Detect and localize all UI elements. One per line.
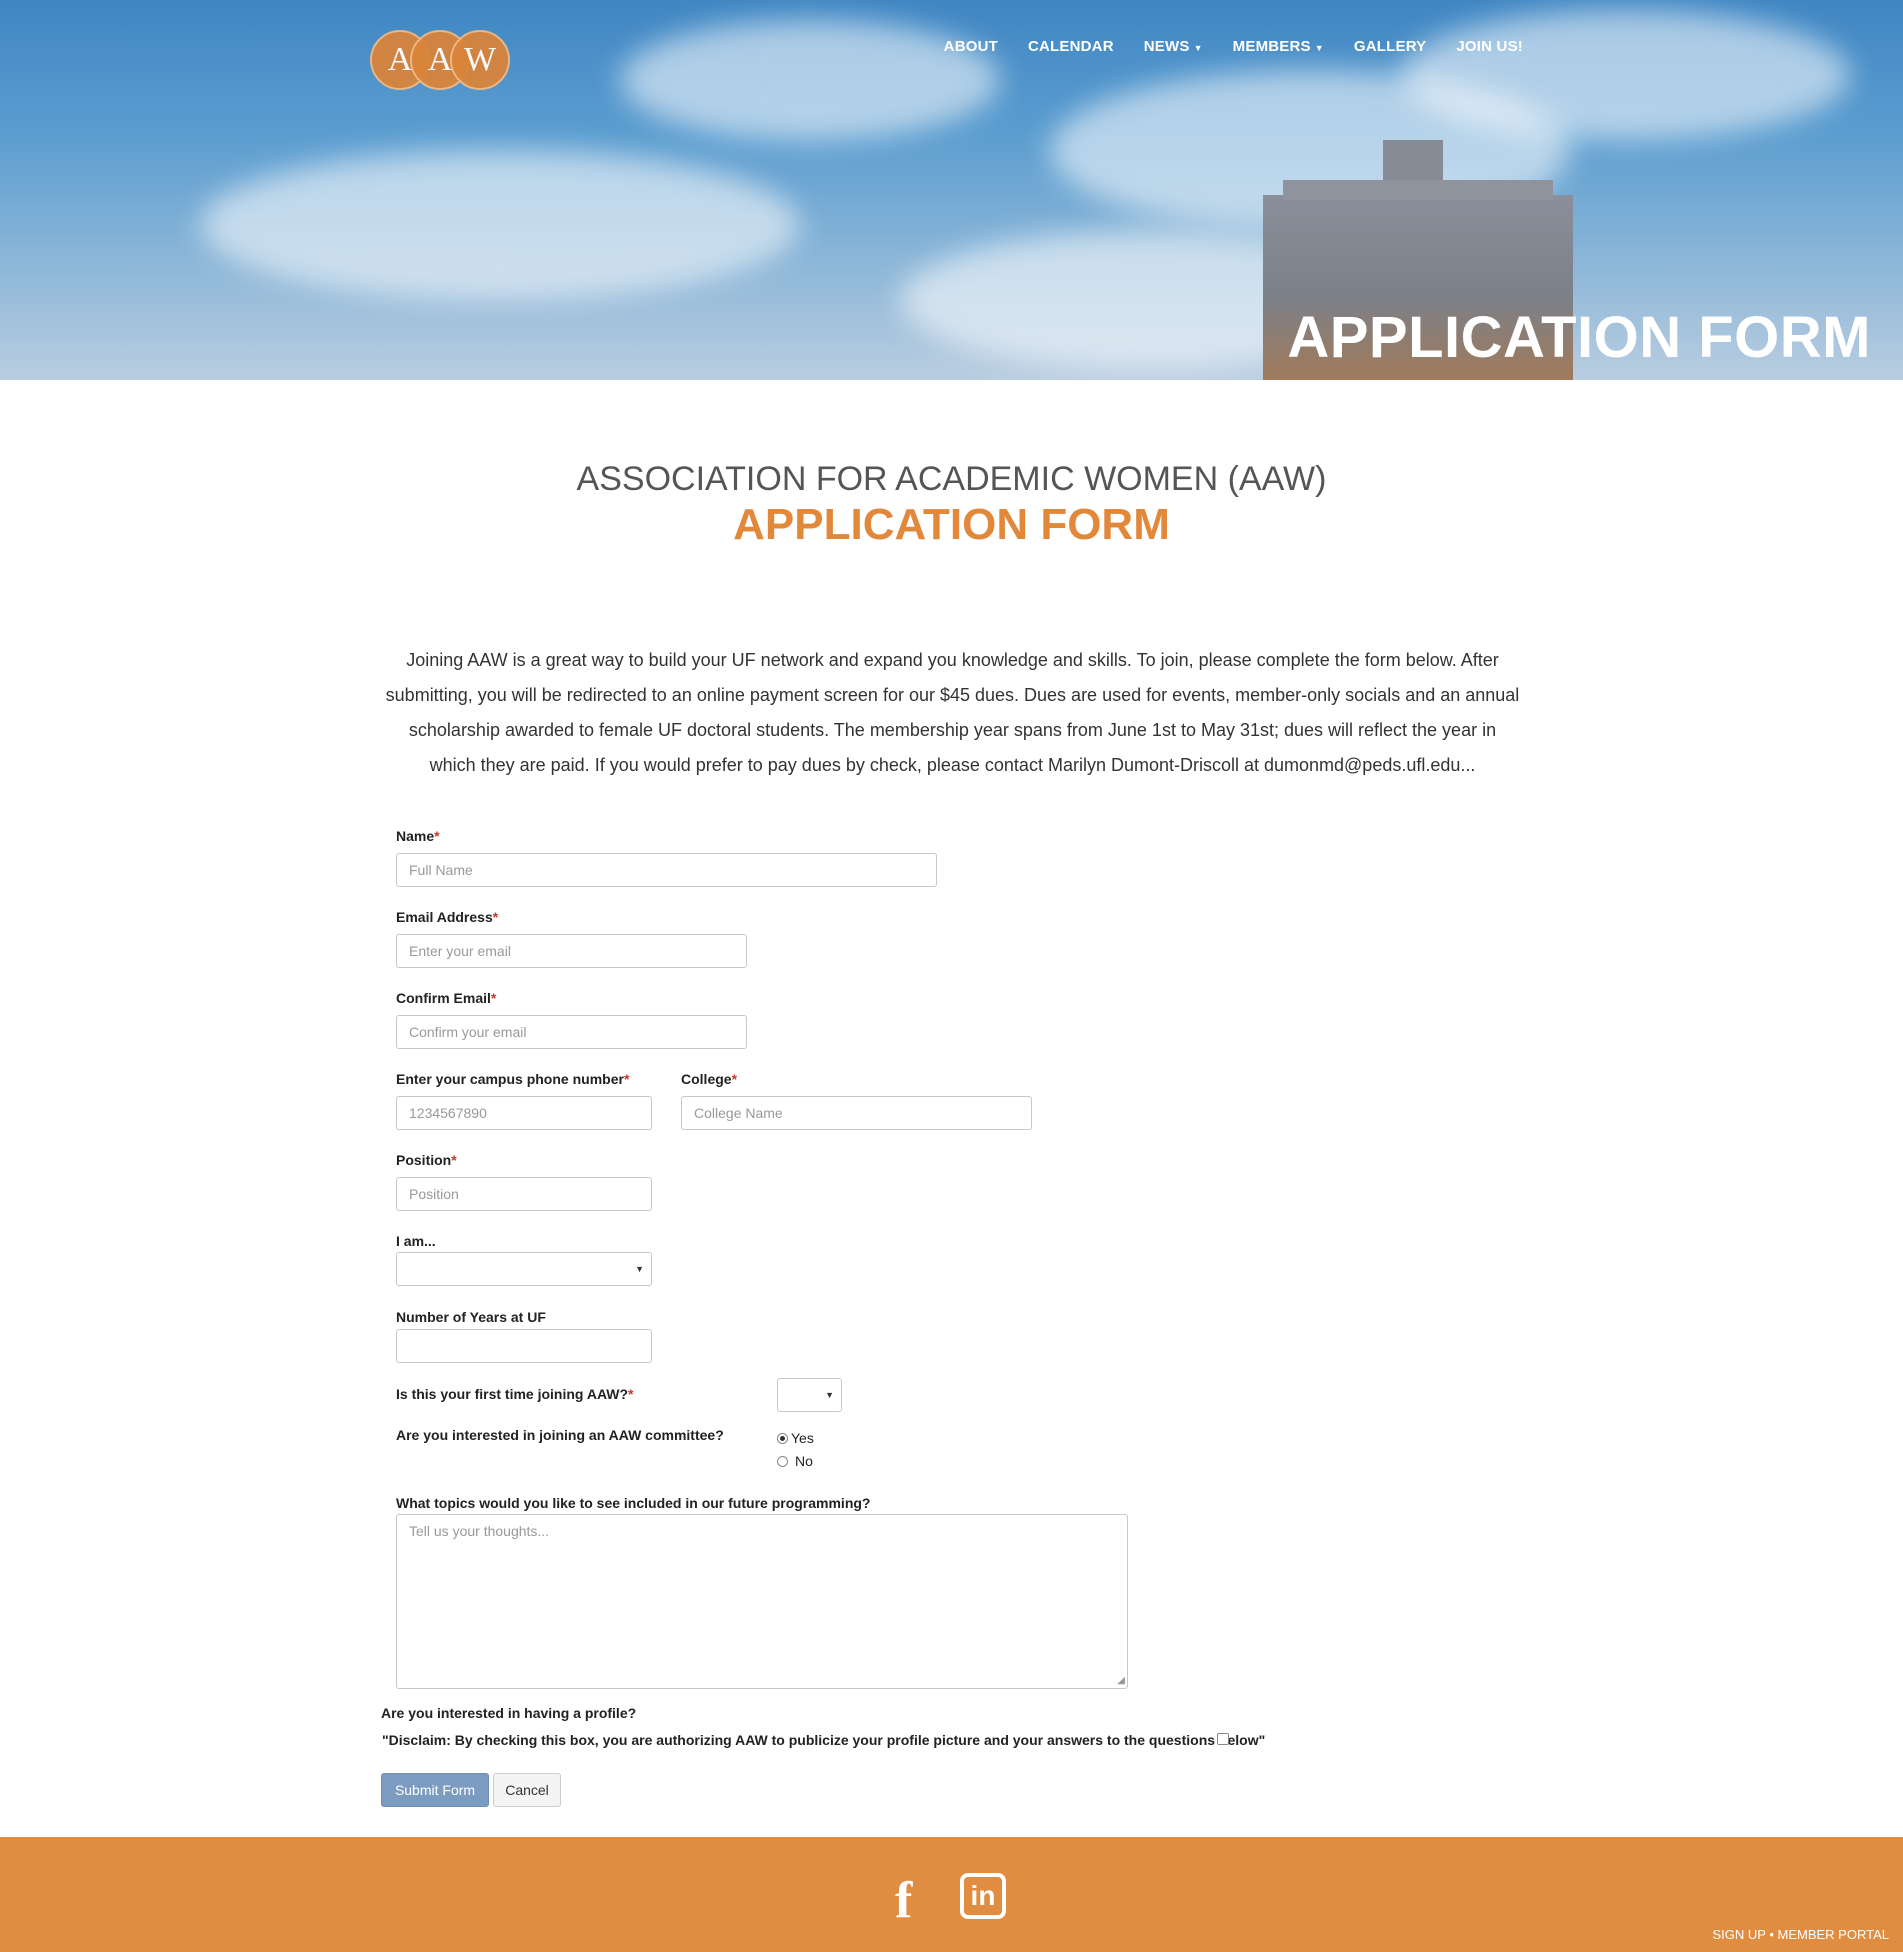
nav-news-label: NEWS xyxy=(1143,38,1190,55)
radio-selected-icon xyxy=(777,1432,788,1444)
email-label-text: Email Address xyxy=(396,909,493,925)
required-mark: * xyxy=(623,1071,630,1087)
select-arrow-icon: ▼ xyxy=(635,1264,644,1274)
college-label: College* xyxy=(681,1071,737,1087)
years-label: Number of Years at UF xyxy=(396,1309,546,1325)
nav-news[interactable]: NEWS ▼ xyxy=(1144,38,1203,55)
position-label-text: Position xyxy=(396,1152,452,1168)
college-input[interactable]: College Name xyxy=(681,1096,1032,1130)
committee-option-no[interactable]: No xyxy=(777,1453,813,1469)
hero-banner: A A W ABOUT CALENDAR NEWS ▼ MEMBERS ▼ GALL… xyxy=(0,0,1903,380)
submit-button[interactable]: Submit Form xyxy=(381,1773,489,1807)
first-time-select[interactable]: ▼ xyxy=(777,1378,842,1412)
phone-input[interactable]: 1234567890 xyxy=(396,1096,652,1130)
nav-about[interactable]: ABOUT xyxy=(944,38,998,55)
position-label: Position* xyxy=(396,1152,457,1168)
required-mark: * xyxy=(492,909,499,925)
intro-text: Joining AAW is a great way to build your… xyxy=(385,650,1520,775)
phone-label: Enter your campus phone number* xyxy=(396,1071,629,1087)
select-arrow-icon: ▼ xyxy=(825,1390,834,1400)
email-label: Email Address* xyxy=(396,909,498,925)
i-am-label: I am... xyxy=(396,1233,436,1249)
facebook-icon[interactable]: f xyxy=(895,1871,912,1930)
linkedin-icon[interactable]: in xyxy=(960,1873,1006,1919)
profile-question: Are you interested in having a profile? xyxy=(381,1705,637,1721)
logo-letter: W xyxy=(450,30,510,90)
aaw-logo[interactable]: A A W xyxy=(370,30,510,90)
hero-title: APPLICATION FORM xyxy=(1287,305,1871,370)
cloud xyxy=(1400,10,1850,140)
resize-handle-icon[interactable]: ◢ xyxy=(1117,1675,1125,1686)
committee-label: Are you interested in joining an AAW com… xyxy=(396,1427,724,1443)
phone-label-text: Enter your campus phone number xyxy=(396,1071,624,1087)
name-label-text: Name xyxy=(396,828,435,844)
nav-gallery[interactable]: GALLERY xyxy=(1354,38,1427,55)
email-input[interactable]: Enter your email xyxy=(396,934,747,968)
disclaimer-checkbox[interactable] xyxy=(1217,1733,1229,1745)
college-label-text: College xyxy=(681,1071,732,1087)
radio-empty-icon xyxy=(777,1455,788,1467)
confirm-email-input[interactable]: Confirm your email xyxy=(396,1015,747,1049)
cloud xyxy=(200,150,800,300)
footer: f in SIGN UP • MEMBER PORTAL xyxy=(0,1837,1903,1952)
first-time-label: Is this your first time joining AAW?* xyxy=(396,1386,634,1402)
nav-join[interactable]: JOIN US! xyxy=(1456,38,1523,55)
topics-placeholder: Tell us your thoughts... xyxy=(409,1523,550,1539)
confirm-email-label: Confirm Email* xyxy=(396,990,496,1006)
page-title: APPLICATION FORM xyxy=(733,500,1170,549)
committee-option-no-label: No xyxy=(795,1453,813,1469)
cancel-button[interactable]: Cancel xyxy=(493,1773,561,1807)
required-mark: * xyxy=(451,1152,457,1168)
main-nav: ABOUT CALENDAR NEWS ▼ MEMBERS ▼ GALLERY JO… xyxy=(944,38,1523,55)
committee-option-yes[interactable]: Yes xyxy=(777,1430,814,1446)
nav-calendar[interactable]: CALENDAR xyxy=(1028,38,1114,55)
required-mark: * xyxy=(628,1386,634,1402)
footer-links[interactable]: SIGN UP • MEMBER PORTAL xyxy=(1713,1927,1889,1942)
name-label: Name* xyxy=(396,828,440,844)
disclaimer-text: "Disclaim: By checking this box, you are… xyxy=(382,1732,1266,1748)
years-input[interactable] xyxy=(396,1329,652,1363)
required-mark: * xyxy=(434,828,440,844)
confirm-email-label-text: Confirm Email xyxy=(396,990,491,1006)
org-name: ASSOCIATION FOR ACADEMIC WOMEN (AAW) xyxy=(576,460,1327,498)
committee-option-yes-label: Yes xyxy=(791,1430,814,1446)
first-time-label-text: Is this your first time joining AAW? xyxy=(396,1386,629,1402)
topics-textarea[interactable]: Tell us your thoughts... ◢ xyxy=(396,1514,1128,1689)
nav-members-label: MEMBERS xyxy=(1232,38,1311,55)
name-input[interactable]: Full Name xyxy=(396,853,937,887)
position-input[interactable]: Position xyxy=(396,1177,652,1211)
i-am-select[interactable]: ▼ xyxy=(396,1252,652,1286)
topics-label: What topics would you like to see includ… xyxy=(396,1495,871,1511)
required-mark: * xyxy=(490,990,497,1006)
required-mark: * xyxy=(731,1071,738,1087)
caret-down-icon: ▼ xyxy=(1193,43,1203,53)
nav-members[interactable]: MEMBERS ▼ xyxy=(1233,38,1324,55)
caret-down-icon: ▼ xyxy=(1314,43,1324,53)
